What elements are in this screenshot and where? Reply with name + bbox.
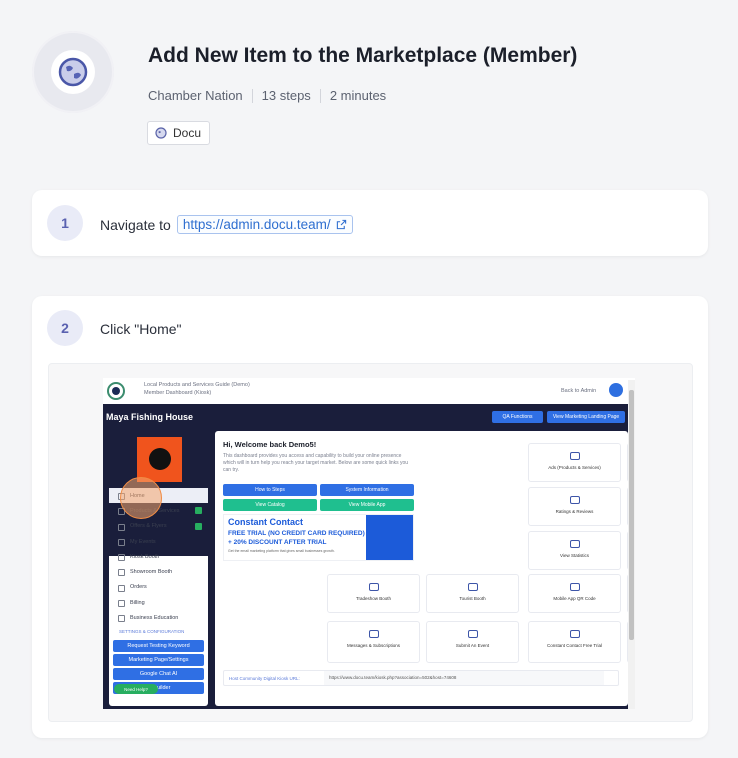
step-card-1: 1 Navigate to https://admin.docu.team/	[32, 190, 708, 256]
click-indicator	[120, 477, 162, 519]
docu-tag[interactable]: Docu	[147, 121, 211, 145]
sidebar-item-kiosk[interactable]: Kiosk Booth	[109, 549, 208, 564]
count-badge	[195, 507, 202, 515]
step-number: 1	[47, 205, 83, 241]
step-screenshot: Local Products and Services Guide (Demo)…	[48, 363, 693, 722]
step-prefix: Navigate to	[100, 216, 171, 233]
quick-link-tile[interactable]: Ads (Products & Services)	[528, 443, 621, 482]
dashboard-sidebar: Home Products & Services Offers & Flyers…	[109, 431, 208, 706]
tile-icon	[569, 583, 580, 591]
quick-link-tile[interactable]: Mobile App QR Code	[528, 574, 621, 613]
link-text: https://admin.docu.team/	[182, 217, 331, 232]
tile-icon	[368, 630, 379, 638]
tile-label: View Statistics	[560, 553, 589, 558]
ad-brand: Constant Contact	[228, 517, 303, 527]
tag-label: Docu	[173, 126, 202, 140]
tile-label: Messages & Subscriptions	[346, 643, 401, 648]
step-count: 13 steps	[261, 88, 311, 103]
settings-section-label: SETTINGS & CONFIGURATION	[119, 628, 185, 634]
kiosk-url-field[interactable]: https://www.docu.team/kiosk.php?associat…	[324, 671, 604, 685]
globe-icon	[58, 57, 88, 87]
step-number: 2	[47, 310, 83, 346]
quick-link-tile[interactable]: Tradeshow Booth	[327, 574, 420, 613]
tile-icon	[467, 583, 478, 591]
sidebar-item-orders[interactable]: Orders	[109, 580, 208, 595]
marketing-settings-button[interactable]: Marketing Page/Settings	[113, 653, 204, 666]
tile-icon	[368, 583, 379, 591]
qa-functions-button[interactable]: QA Functions	[492, 411, 543, 423]
duration: 2 minutes	[329, 88, 387, 103]
view-landing-page-button[interactable]: View Marketing Landing Page	[547, 411, 625, 423]
quick-link-tile[interactable]: Messages & Subscriptions	[327, 621, 420, 663]
kiosk-url-label: Host Community Digital Kiosk URL:	[229, 676, 300, 681]
guide-name: Local Products and Services Guide (Demo)	[144, 382, 250, 388]
dashboard-name: Member Dashboard (Kiosk)	[144, 390, 212, 396]
tile-label: Tourist Booth	[459, 596, 486, 601]
dashboard-screenshot: Local Products and Services Guide (Demo)…	[103, 378, 635, 709]
ad-line-2: + 20% DISCOUNT AFTER TRIAL	[228, 539, 327, 546]
logo-icon	[107, 382, 125, 400]
how-to-steps-button[interactable]: How to Steps	[223, 484, 317, 496]
author-name: Chamber Nation	[148, 88, 243, 103]
tile-label: Constant Contact Free Trial	[546, 643, 603, 648]
step-link[interactable]: https://admin.docu.team/	[176, 215, 353, 234]
guide-header: Add New Item to the Marketplace (Member)…	[0, 0, 738, 180]
sidebar-item-education[interactable]: Business Education	[109, 610, 208, 625]
dashboard-main: Hi, Welcome back Demo5! This dashboard p…	[215, 431, 635, 706]
sidebar-menu: Home Products & Services Offers & Flyers…	[109, 488, 208, 696]
welcome-heading: Hi, Welcome back Demo5!	[223, 440, 317, 449]
sidebar-item-offers[interactable]: Offers & Flyers	[109, 519, 208, 534]
guide-meta: Chamber Nation 13 steps 2 minutes	[148, 88, 386, 103]
external-link-icon	[336, 219, 346, 230]
scrollbar[interactable]	[628, 380, 635, 709]
sidebar-item-showroom[interactable]: Showroom Booth	[109, 564, 208, 579]
ad-line-3: Get the email marketing platform that gi…	[228, 549, 335, 553]
dashboard-topbar: Local Products and Services Guide (Demo)…	[103, 378, 635, 404]
need-help-button[interactable]: Need Help?	[114, 684, 158, 694]
sidebar-item-billing[interactable]: Billing	[109, 595, 208, 610]
tile-label: Tradeshow Booth	[355, 596, 392, 601]
business-logo	[137, 437, 182, 482]
request-keyword-button[interactable]: Request Testing Keyword	[113, 639, 204, 652]
sidebar-item-events[interactable]: My Events	[109, 534, 208, 549]
tile-label: Submit An Event	[455, 643, 490, 648]
guide-title: Add New Item to the Marketplace (Member)	[148, 44, 578, 67]
step-text: Navigate to https://admin.docu.team/	[100, 215, 353, 234]
tile-label: Ads (Products & Services)	[548, 465, 601, 470]
view-mobile-app-button[interactable]: View Mobile App	[320, 499, 414, 511]
chat-ai-button[interactable]: Google Chat AI	[113, 667, 204, 680]
quick-link-tile[interactable]: Tourist Booth	[426, 574, 519, 613]
tile-label: Mobile App QR Code	[553, 596, 596, 601]
ad-line-1: FREE TRIAL (NO CREDIT CARD REQUIRED)	[228, 530, 365, 537]
tile-icon	[569, 540, 580, 548]
quick-link-tile[interactable]: View Statistics	[528, 531, 621, 570]
view-catalog-button[interactable]: View Catalog	[223, 499, 317, 511]
quick-link-tile[interactable]: Ratings & Reviews	[528, 487, 621, 526]
tile-icon	[569, 496, 580, 504]
back-to-admin-link[interactable]: Back to Admin	[561, 388, 596, 394]
system-info-button[interactable]: System Information	[320, 484, 414, 496]
constant-contact-ad[interactable]: Constant Contact FREE TRIAL (NO CREDIT C…	[223, 514, 414, 561]
globe-icon	[155, 127, 167, 139]
tile-icon	[569, 452, 580, 460]
tile-icon	[569, 630, 580, 638]
guide-avatar	[32, 31, 114, 113]
user-avatar[interactable]	[609, 383, 623, 397]
step-text: Click "Home"	[100, 321, 182, 337]
quick-link-tile[interactable]: Submit An Event	[426, 621, 519, 663]
quick-link-tile[interactable]: Constant Contact Free Trial	[528, 621, 621, 663]
step-card-2: 2 Click "Home" Local Products and Servic…	[32, 296, 708, 738]
tile-icon	[467, 630, 478, 638]
count-badge	[195, 522, 202, 530]
business-name: Maya Fishing House	[106, 412, 194, 422]
sidebar-item-label: Offers & Flyers	[130, 523, 167, 530]
tile-label: Ratings & Reviews	[555, 509, 594, 514]
ad-image	[366, 515, 413, 560]
welcome-text: This dashboard provides you access and c…	[223, 453, 409, 473]
kiosk-url-row: Host Community Digital Kiosk URL: https:…	[223, 670, 619, 686]
